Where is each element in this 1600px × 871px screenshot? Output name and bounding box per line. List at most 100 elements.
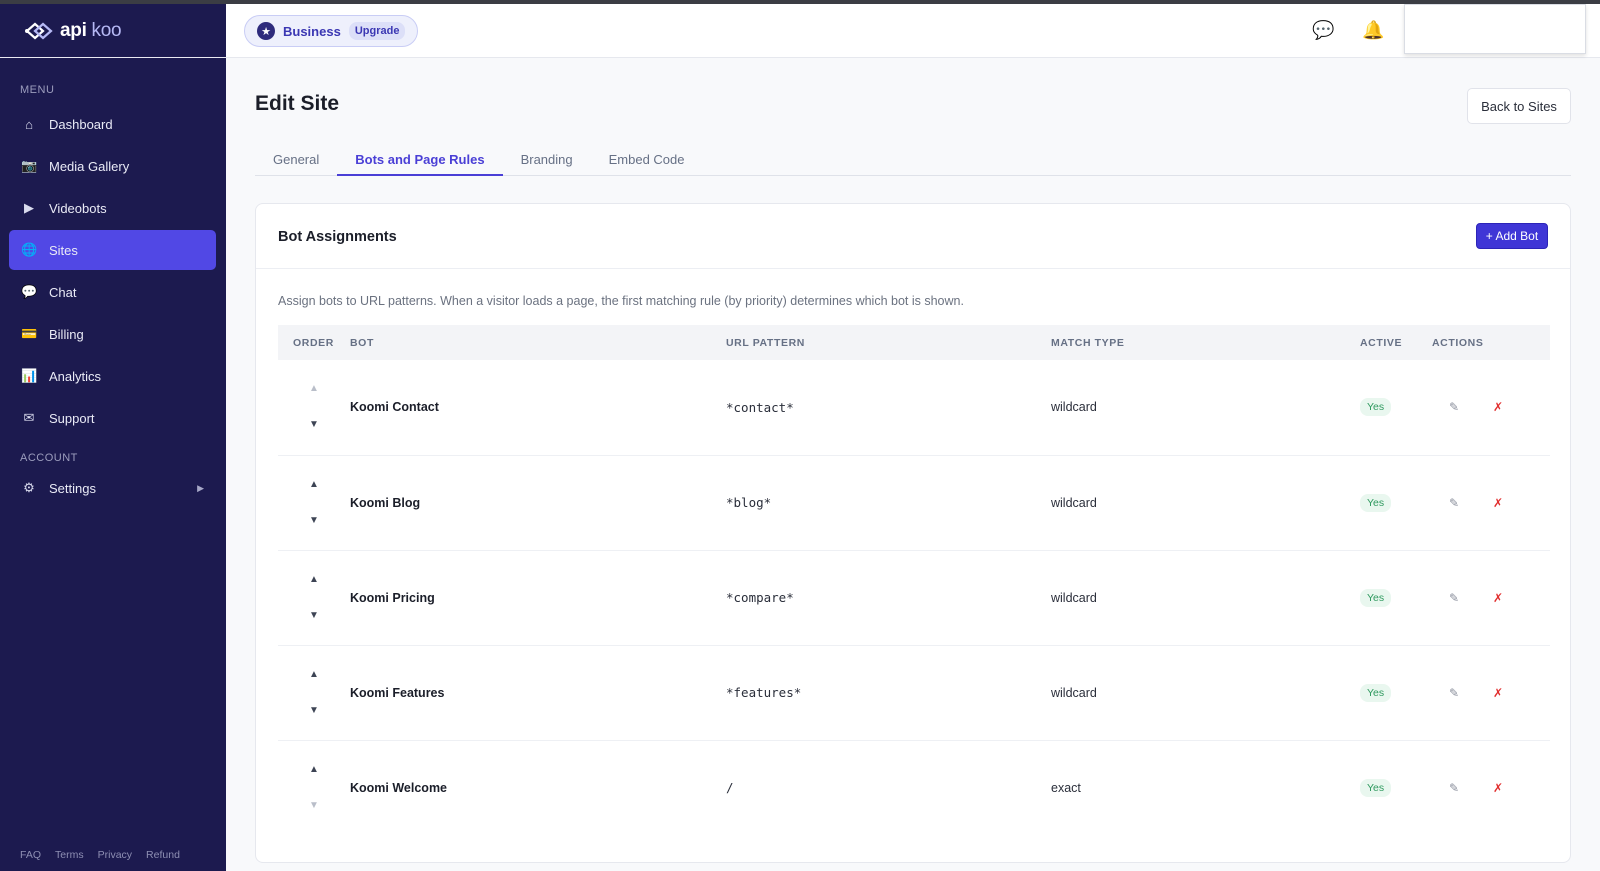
- sidebar-item-label: Settings: [49, 480, 96, 496]
- home-icon: ⌂: [25, 116, 33, 132]
- sidebar-nav: ⌂ Dashboard 📷 Media Gallery ▶ Videobots 🌐 Sites…: [0, 104, 226, 438]
- edit-icon[interactable]: ✎: [1432, 400, 1476, 414]
- account-section-label: ACCOUNT: [20, 452, 78, 464]
- url-pattern: /: [726, 780, 734, 796]
- delete-icon[interactable]: ✗: [1476, 496, 1520, 510]
- move-up-icon[interactable]: ▲: [278, 763, 350, 777]
- column-header-url-pattern: URL PATTERN: [726, 336, 805, 349]
- sidebar-item-label: Chat: [49, 284, 77, 300]
- move-down-icon[interactable]: ▼: [278, 799, 350, 813]
- move-down-icon[interactable]: ▼: [278, 514, 350, 528]
- sidebar-item-label: Sites: [49, 242, 78, 258]
- table-row: ▲ ▼ Koomi Pricing *compare* wildcard Yes ✎ ✗: [278, 550, 1550, 645]
- camera-icon: 📷: [21, 158, 38, 173]
- footer-link-faq[interactable]: FAQ: [20, 849, 41, 861]
- chat-bubble-icon[interactable]: 💬: [1312, 19, 1334, 41]
- upgrade-button[interactable]: Upgrade: [348, 22, 406, 40]
- status-badge: Yes: [1360, 493, 1392, 512]
- bot-assignments-table: ORDER BOT URL PATTERN MATCH TYPE ACTIVE …: [278, 325, 1550, 835]
- tab-embed-code[interactable]: Embed Code: [591, 144, 703, 176]
- star-icon: ★: [257, 22, 275, 40]
- actions-cell: ✎ ✗: [1432, 455, 1550, 550]
- move-down-icon[interactable]: ▼: [278, 609, 350, 623]
- actions-cell: ✎ ✗: [1432, 360, 1550, 455]
- sidebar-item-label: Analytics: [49, 368, 102, 384]
- tab-branding[interactable]: Branding: [503, 144, 591, 176]
- top-header: ★ Business Upgrade 💬 🔔: [226, 4, 1600, 58]
- tab-bar: General Bots and Page Rules Branding Embed …: [255, 144, 1571, 176]
- column-header-order: ORDER: [293, 336, 334, 349]
- move-up-icon[interactable]: ▲: [278, 382, 350, 396]
- url-pattern: *compare*: [726, 590, 794, 605]
- sidebar-item-settings[interactable]: ⚙ Settings ▶: [9, 468, 216, 508]
- sidebar-item-analytics[interactable]: 📊 Analytics: [9, 356, 216, 396]
- status-badge: Yes: [1360, 588, 1392, 607]
- active-cell: Yes: [1360, 550, 1432, 645]
- edit-icon[interactable]: ✎: [1432, 781, 1476, 795]
- column-header-bot: BOT: [350, 336, 374, 349]
- sidebar-item-label: Media Gallery: [49, 158, 130, 174]
- move-up-icon[interactable]: ▲: [278, 478, 350, 492]
- sidebar-item-billing[interactable]: 💳 Billing: [9, 314, 216, 354]
- footer-link-terms[interactable]: Terms: [55, 849, 84, 861]
- match-type-cell: wildcard: [1051, 495, 1097, 510]
- sidebar-item-videobots[interactable]: ▶ Videobots: [9, 188, 216, 228]
- bot-cell: Koomi Features: [350, 645, 726, 740]
- bot-cell: Koomi Blog: [350, 455, 726, 550]
- url-pattern-cell: *compare*: [726, 550, 1051, 645]
- globe-icon: 🌐: [21, 242, 38, 257]
- url-pattern: *features*: [726, 685, 802, 700]
- tab-general[interactable]: General: [255, 144, 337, 176]
- app-logo[interactable]: api koo: [0, 4, 226, 58]
- bot-name: Koomi Contact: [350, 400, 439, 415]
- tab-bots-and-page-rules[interactable]: Bots and Page Rules: [337, 144, 503, 176]
- move-down-icon[interactable]: ▼: [278, 704, 350, 718]
- delete-icon[interactable]: ✗: [1476, 781, 1520, 795]
- bot-cell: Koomi Pricing: [350, 550, 726, 645]
- back-to-sites-button[interactable]: Back to Sites: [1467, 88, 1571, 124]
- order-cell: ▲ ▼: [278, 455, 350, 550]
- footer-link-refund[interactable]: Refund: [146, 849, 180, 861]
- edit-icon[interactable]: ✎: [1432, 496, 1476, 510]
- move-up-icon[interactable]: ▲: [278, 573, 350, 587]
- sidebar-item-sites[interactable]: 🌐 Sites: [9, 230, 216, 270]
- sidebar-item-dashboard[interactable]: ⌂ Dashboard: [9, 104, 216, 144]
- move-down-icon[interactable]: ▼: [278, 418, 350, 432]
- plan-badge[interactable]: ★ Business Upgrade: [244, 15, 419, 47]
- delete-icon[interactable]: ✗: [1476, 686, 1520, 700]
- footer-link-privacy[interactable]: Privacy: [98, 849, 132, 861]
- edit-icon[interactable]: ✎: [1432, 591, 1476, 605]
- edit-icon[interactable]: ✎: [1432, 686, 1476, 700]
- column-header-actions: ACTIONS: [1432, 336, 1484, 349]
- table-row: ▲ ▼ Koomi Features *features* wildcard Yes ✎ ✗: [278, 645, 1550, 740]
- bell-icon[interactable]: 🔔: [1362, 19, 1384, 41]
- sidebar-item-label: Videobots: [49, 200, 107, 216]
- sidebar-item-support[interactable]: ✉ Support: [9, 398, 216, 438]
- delete-icon[interactable]: ✗: [1476, 591, 1520, 605]
- column-header-active: ACTIVE: [1360, 336, 1403, 349]
- sidebar-item-media-gallery[interactable]: 📷 Media Gallery: [9, 146, 216, 186]
- match-type-cell: exact: [1051, 780, 1081, 795]
- window-top-strip: [0, 0, 1600, 4]
- logo-icon: [24, 20, 54, 42]
- add-bot-button[interactable]: + Add Bot: [1476, 223, 1548, 249]
- url-pattern-cell: *contact*: [726, 360, 1051, 455]
- status-badge: Yes: [1360, 398, 1392, 417]
- bot-cell: Koomi Contact: [350, 360, 726, 455]
- user-menu[interactable]: [1404, 4, 1586, 54]
- card-description: Assign bots to URL patterns. When a visi…: [278, 294, 964, 308]
- status-badge: Yes: [1360, 778, 1392, 797]
- order-cell: ▲ ▼: [278, 360, 350, 455]
- bot-name: Koomi Blog: [350, 495, 421, 510]
- match-type-cell: wildcard: [1051, 400, 1097, 415]
- move-up-icon[interactable]: ▲: [278, 668, 350, 682]
- logo-text: api koo: [60, 19, 122, 41]
- sidebar-item-chat[interactable]: 💬 Chat: [9, 272, 216, 312]
- url-pattern-cell: *blog*: [726, 455, 1051, 550]
- table-row: ▲ ▼ Koomi Blog *blog* wildcard Yes ✎ ✗: [278, 455, 1550, 550]
- order-cell: ▲ ▼: [278, 740, 350, 835]
- delete-icon[interactable]: ✗: [1476, 400, 1520, 414]
- url-pattern: *blog*: [726, 495, 772, 510]
- sidebar-item-label: Support: [49, 410, 95, 426]
- bar-chart-icon: 📊: [21, 368, 38, 383]
